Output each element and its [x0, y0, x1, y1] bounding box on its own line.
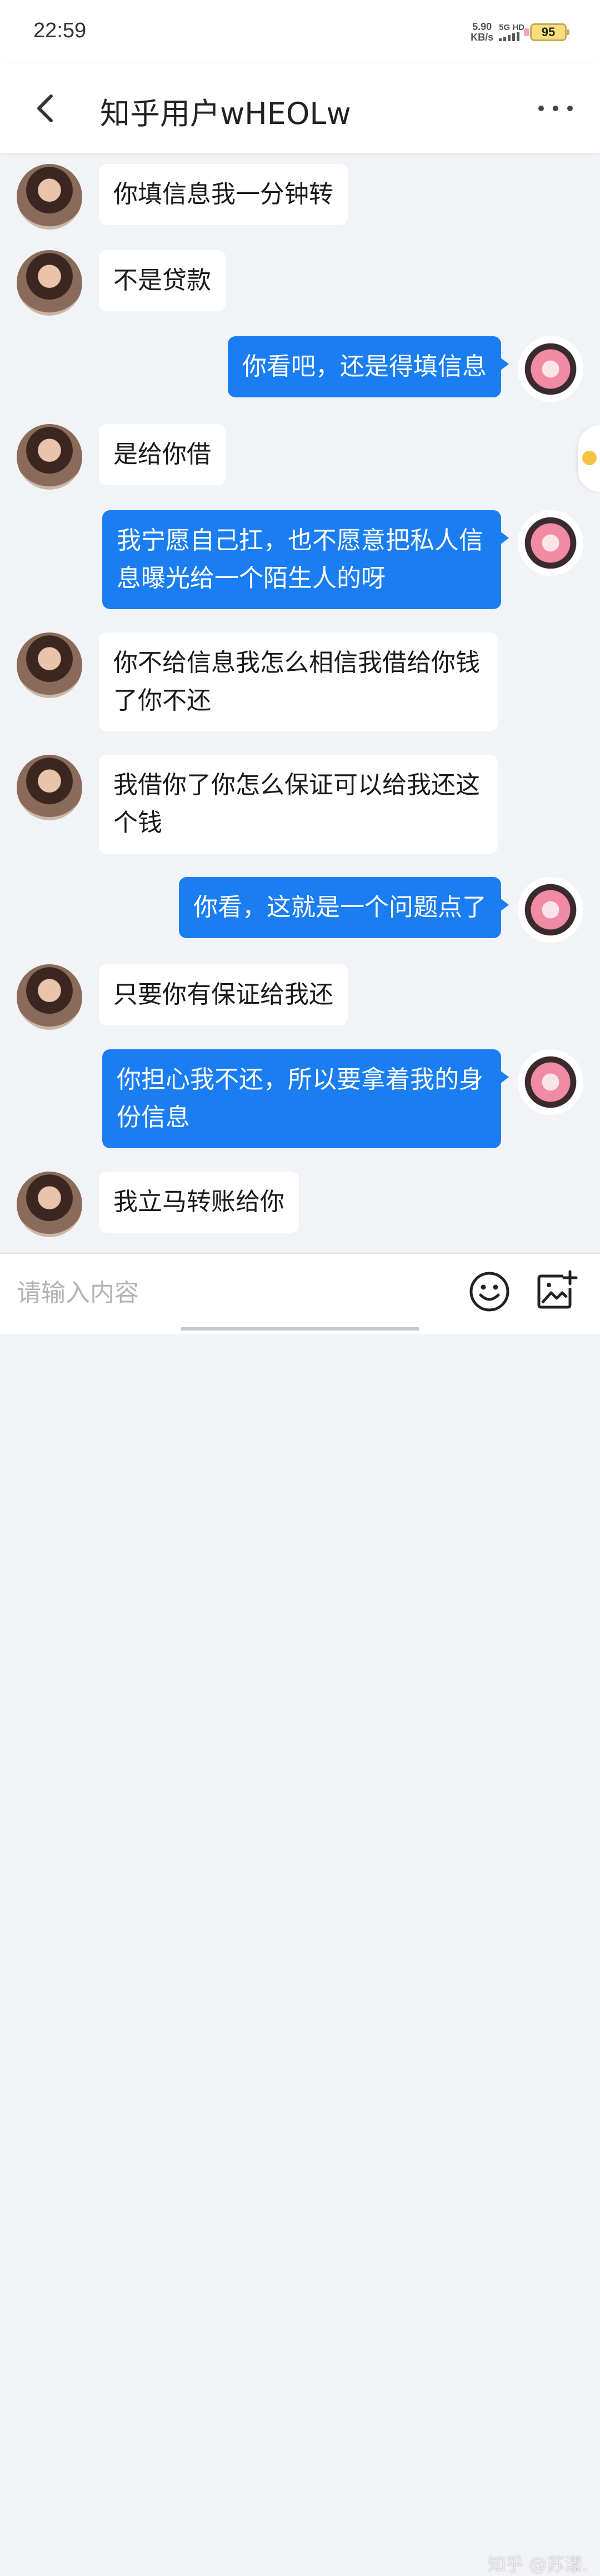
contact-avatar[interactable]	[17, 250, 82, 316]
network-speed-value: 5.90	[472, 21, 492, 32]
more-dots-icon	[538, 106, 573, 111]
back-button[interactable]	[28, 86, 67, 131]
user-avatar[interactable]	[518, 877, 583, 943]
message-row: 不是贷款	[17, 250, 226, 316]
more-button[interactable]	[533, 94, 578, 122]
contact-avatar[interactable]	[17, 755, 82, 820]
status-bar: 22:59 5.90 KB/s 5G HD 95	[0, 0, 600, 64]
signal-bars	[499, 32, 520, 41]
message-row: 我立马转账给你	[17, 1172, 299, 1237]
message-row: 你填信息我一分钟转	[17, 164, 348, 230]
user-avatar[interactable]	[518, 1049, 583, 1115]
signal-icon: 5G HD	[499, 23, 524, 41]
message-bubble[interactable]: 你不给信息我怎么相信我借给你钱了你不还	[99, 632, 498, 731]
message-row: 我宁愿自己扛，也不愿意把私人信息曝光给一个陌生人的呀	[102, 510, 583, 609]
message-bubble[interactable]: 你担心我不还，所以要拿着我的身份信息	[102, 1049, 509, 1148]
status-time: 22:59	[33, 19, 87, 42]
message-row: 你看，这就是一个问题点了	[179, 877, 583, 943]
add-image-icon	[537, 1270, 578, 1309]
message-bubble[interactable]: 是给你借	[99, 424, 226, 485]
message-row: 你不给信息我怎么相信我借给你钱了你不还	[17, 632, 498, 731]
network-speed: 5.90 KB/s	[471, 22, 493, 43]
message-input[interactable]	[17, 1273, 450, 1312]
message-row: 我借你了你怎么保证可以给我还这个钱	[17, 755, 498, 854]
input-bar: 知乎 @苏漾.	[0, 1253, 600, 2575]
back-arrow-icon	[37, 94, 53, 122]
message-row: 你看吧，还是得填信息	[228, 336, 583, 402]
home-indicator[interactable]	[181, 1327, 419, 1331]
message-row: 是给你借	[17, 424, 226, 490]
contact-avatar[interactable]	[17, 424, 82, 490]
network-type-label: 5G HD	[499, 23, 524, 32]
contact-avatar[interactable]	[17, 632, 82, 698]
message-bubble[interactable]: 你看，这就是一个问题点了	[179, 877, 509, 938]
message-bubble[interactable]: 你看吧，还是得填信息	[228, 336, 509, 397]
network-speed-unit: KB/s	[471, 32, 494, 43]
message-bubble[interactable]: 你填信息我一分钟转	[99, 164, 348, 225]
watermark: 知乎 @苏漾.	[488, 2554, 588, 2575]
add-image-button[interactable]	[534, 1268, 579, 1313]
message-bubble[interactable]: 只要你有保证给我还	[99, 964, 348, 1025]
contact-avatar[interactable]	[17, 964, 82, 1030]
emoji-button[interactable]	[468, 1270, 511, 1313]
contact-avatar[interactable]	[17, 164, 82, 230]
message-bubble[interactable]: 我借你了你怎么保证可以给我还这个钱	[99, 755, 498, 854]
message-bubble[interactable]: 我宁愿自己扛，也不愿意把私人信息曝光给一个陌生人的呀	[102, 510, 509, 609]
battery-icon: 95	[524, 23, 569, 41]
user-avatar[interactable]	[518, 510, 583, 576]
user-avatar[interactable]	[518, 336, 583, 402]
emoji-icon	[469, 1272, 509, 1312]
chat-header: 知乎用户wHEOLw	[0, 64, 600, 153]
message-row: 只要你有保证给我还	[17, 964, 348, 1030]
floating-tab-icon	[582, 451, 597, 465]
message-row: 你担心我不还，所以要拿着我的身份信息	[102, 1049, 583, 1148]
status-icons: 5.90 KB/s 5G HD 95	[471, 20, 569, 44]
page-title: 知乎用户wHEOLw	[100, 96, 351, 131]
message-bubble[interactable]: 我立马转账给你	[99, 1172, 299, 1233]
message-list[interactable]: 你填信息我一分钟转 不是贷款 你看吧，还是得填信息 是给你借 我宁愿自己扛，也不…	[0, 153, 600, 1250]
floating-side-tab[interactable]	[578, 425, 600, 492]
contact-avatar[interactable]	[17, 1172, 82, 1237]
message-bubble[interactable]: 不是贷款	[99, 250, 226, 311]
